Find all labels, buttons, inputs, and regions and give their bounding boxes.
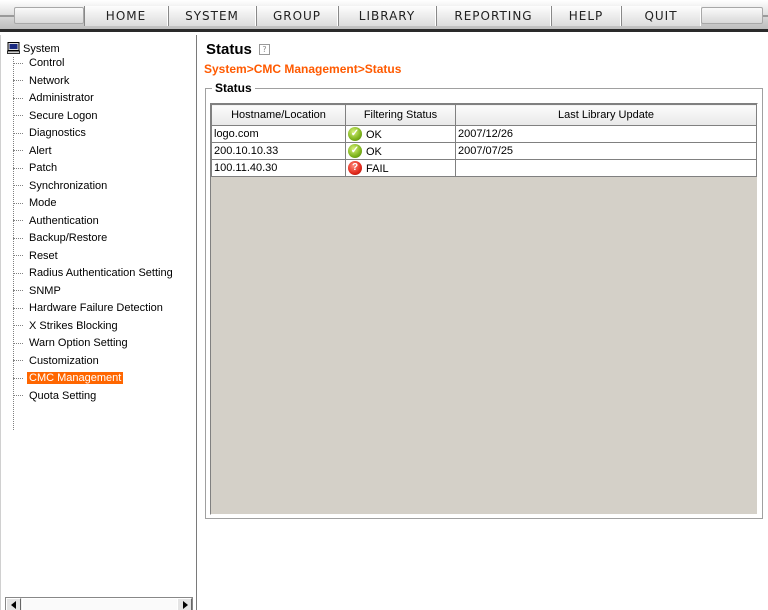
sidebar-item-alert[interactable]: Alert: [13, 144, 54, 159]
table-header-row: Hostname/Location Filtering Status Last …: [211, 104, 757, 126]
table-row[interactable]: logo.com ✓ OK 2007/12/26: [211, 125, 757, 143]
sidebar-item-network[interactable]: Network: [13, 74, 71, 89]
menu-right-cap: [701, 7, 763, 24]
sidebar-item-synchronization[interactable]: Synchronization: [13, 179, 109, 194]
menu-quit[interactable]: QUIT: [621, 6, 701, 26]
fail-icon: ?: [348, 161, 362, 175]
sidebar-item-mode[interactable]: Mode: [13, 196, 59, 211]
sidebar-item-x-strikes-blocking[interactable]: X Strikes Blocking: [13, 319, 120, 334]
column-header-last-library-update[interactable]: Last Library Update: [455, 104, 757, 126]
scroll-left-button[interactable]: [6, 598, 21, 610]
tree-root-label: System: [23, 43, 60, 55]
sidebar-item-hardware-failure-detection[interactable]: Hardware Failure Detection: [13, 301, 165, 316]
arrow-left-icon: [11, 601, 16, 609]
cell-hostname: logo.com: [211, 125, 346, 143]
menu-help[interactable]: HELP: [551, 6, 621, 26]
table-row[interactable]: 200.10.10.33 ✓ OK 2007/07/25: [211, 142, 757, 160]
breadcrumb[interactable]: System>CMC Management>Status: [204, 62, 401, 76]
cell-last-update: 2007/07/25: [455, 142, 757, 160]
computer-icon: [7, 42, 20, 54]
status-text: OK: [366, 129, 382, 141]
sidebar-item-control[interactable]: Control: [13, 56, 66, 71]
sidebar-item-warn-option-setting[interactable]: Warn Option Setting: [13, 336, 130, 351]
groupbox-label: Status: [212, 81, 255, 95]
sidebar-item-label: CMC Management: [27, 372, 124, 384]
table-row[interactable]: 100.11.40.30 ? FAIL: [211, 159, 757, 177]
scroll-right-button[interactable]: [177, 598, 192, 610]
cell-filtering-status: ✓ OK: [345, 142, 456, 160]
sidebar-item-label: Reset: [29, 249, 58, 262]
menu-reporting[interactable]: REPORTING: [436, 6, 551, 26]
sidebar-item-customization[interactable]: Customization: [13, 354, 101, 369]
status-text: OK: [366, 146, 382, 158]
sidebar-item-label: Radius Authentication Setting: [29, 267, 173, 279]
menu-library[interactable]: LIBRARY: [338, 6, 436, 26]
top-menu-bar: HOME SYSTEM GROUP LIBRARY REPORTING HELP…: [0, 0, 768, 32]
main-content: Status ? System>CMC Management>Status St…: [198, 35, 768, 610]
sidebar-item-radius-authentication-setting[interactable]: Radius Authentication Setting: [13, 266, 175, 281]
sidebar-item-authentication[interactable]: Authentication: [13, 214, 101, 229]
sidebar-item-administrator[interactable]: Administrator: [13, 91, 96, 106]
column-header-hostname[interactable]: Hostname/Location: [211, 104, 346, 126]
sidebar-item-label: Warn Option Setting: [29, 337, 128, 349]
help-icon[interactable]: ?: [259, 44, 270, 55]
menu-system[interactable]: SYSTEM: [168, 6, 256, 26]
sidebar-item-label: Mode: [29, 197, 57, 209]
menu-home[interactable]: HOME: [84, 6, 168, 26]
navigation-tree: System Control Network Administrator Sec…: [0, 35, 197, 610]
sidebar-item-label: SNMP: [29, 284, 61, 297]
sidebar-item-label: Hardware Failure Detection: [29, 302, 163, 314]
sidebar-item-label: Administrator: [29, 92, 94, 104]
cell-last-update: 2007/12/26: [455, 125, 757, 143]
sidebar-item-cmc-management[interactable]: CMC Management: [13, 371, 124, 386]
sidebar-item-reset[interactable]: Reset: [13, 249, 60, 264]
sidebar-item-patch[interactable]: Patch: [13, 161, 59, 176]
sidebar-item-snmp[interactable]: SNMP: [13, 284, 63, 299]
sidebar-item-quota-setting[interactable]: Quota Setting: [13, 389, 98, 404]
horizontal-scrollbar[interactable]: [5, 597, 193, 610]
ok-check-icon: ✓: [348, 144, 362, 158]
ok-check-icon: ✓: [348, 127, 362, 141]
sidebar-item-label: X Strikes Blocking: [29, 319, 118, 332]
status-table-container: Hostname/Location Filtering Status Last …: [210, 103, 758, 515]
scroll-thumb[interactable]: [22, 598, 178, 610]
sidebar-item-secure-logon[interactable]: Secure Logon: [13, 109, 100, 124]
sidebar-item-backup-restore[interactable]: Backup/Restore: [13, 231, 109, 246]
cell-filtering-status: ✓ OK: [345, 125, 456, 143]
cell-filtering-status: ? FAIL: [345, 159, 456, 177]
sidebar-item-label: Synchronization: [29, 179, 108, 192]
status-text: FAIL: [366, 163, 389, 175]
sidebar-item-label: Quota Setting: [29, 389, 97, 402]
sidebar-item-label: Alert: [29, 144, 52, 157]
tree-root-system[interactable]: System: [7, 41, 60, 57]
cell-last-update: [455, 159, 757, 177]
menu-left-cap: [14, 7, 84, 24]
sidebar-item-label: Patch: [29, 162, 58, 174]
sidebar-item-label: Customization: [29, 354, 99, 367]
menu-group[interactable]: GROUP: [256, 6, 338, 26]
arrow-right-icon: [183, 601, 188, 609]
page-title: Status: [206, 41, 252, 58]
sidebar-item-label: Authentication: [29, 214, 99, 227]
sidebar-item-label: Control: [29, 57, 65, 69]
sidebar-item-diagnostics[interactable]: Diagnostics: [13, 126, 88, 141]
sidebar-item-label: Network: [29, 74, 70, 87]
cell-hostname: 100.11.40.30: [211, 159, 346, 177]
column-header-filtering-status[interactable]: Filtering Status: [345, 104, 456, 126]
cell-hostname: 200.10.10.33: [211, 142, 346, 160]
sidebar-item-label: Backup/Restore: [29, 232, 108, 244]
sidebar-item-label: Diagnostics: [29, 127, 86, 139]
status-table: Hostname/Location Filtering Status Last …: [211, 104, 757, 177]
sidebar-item-label: Secure Logon: [29, 109, 98, 122]
